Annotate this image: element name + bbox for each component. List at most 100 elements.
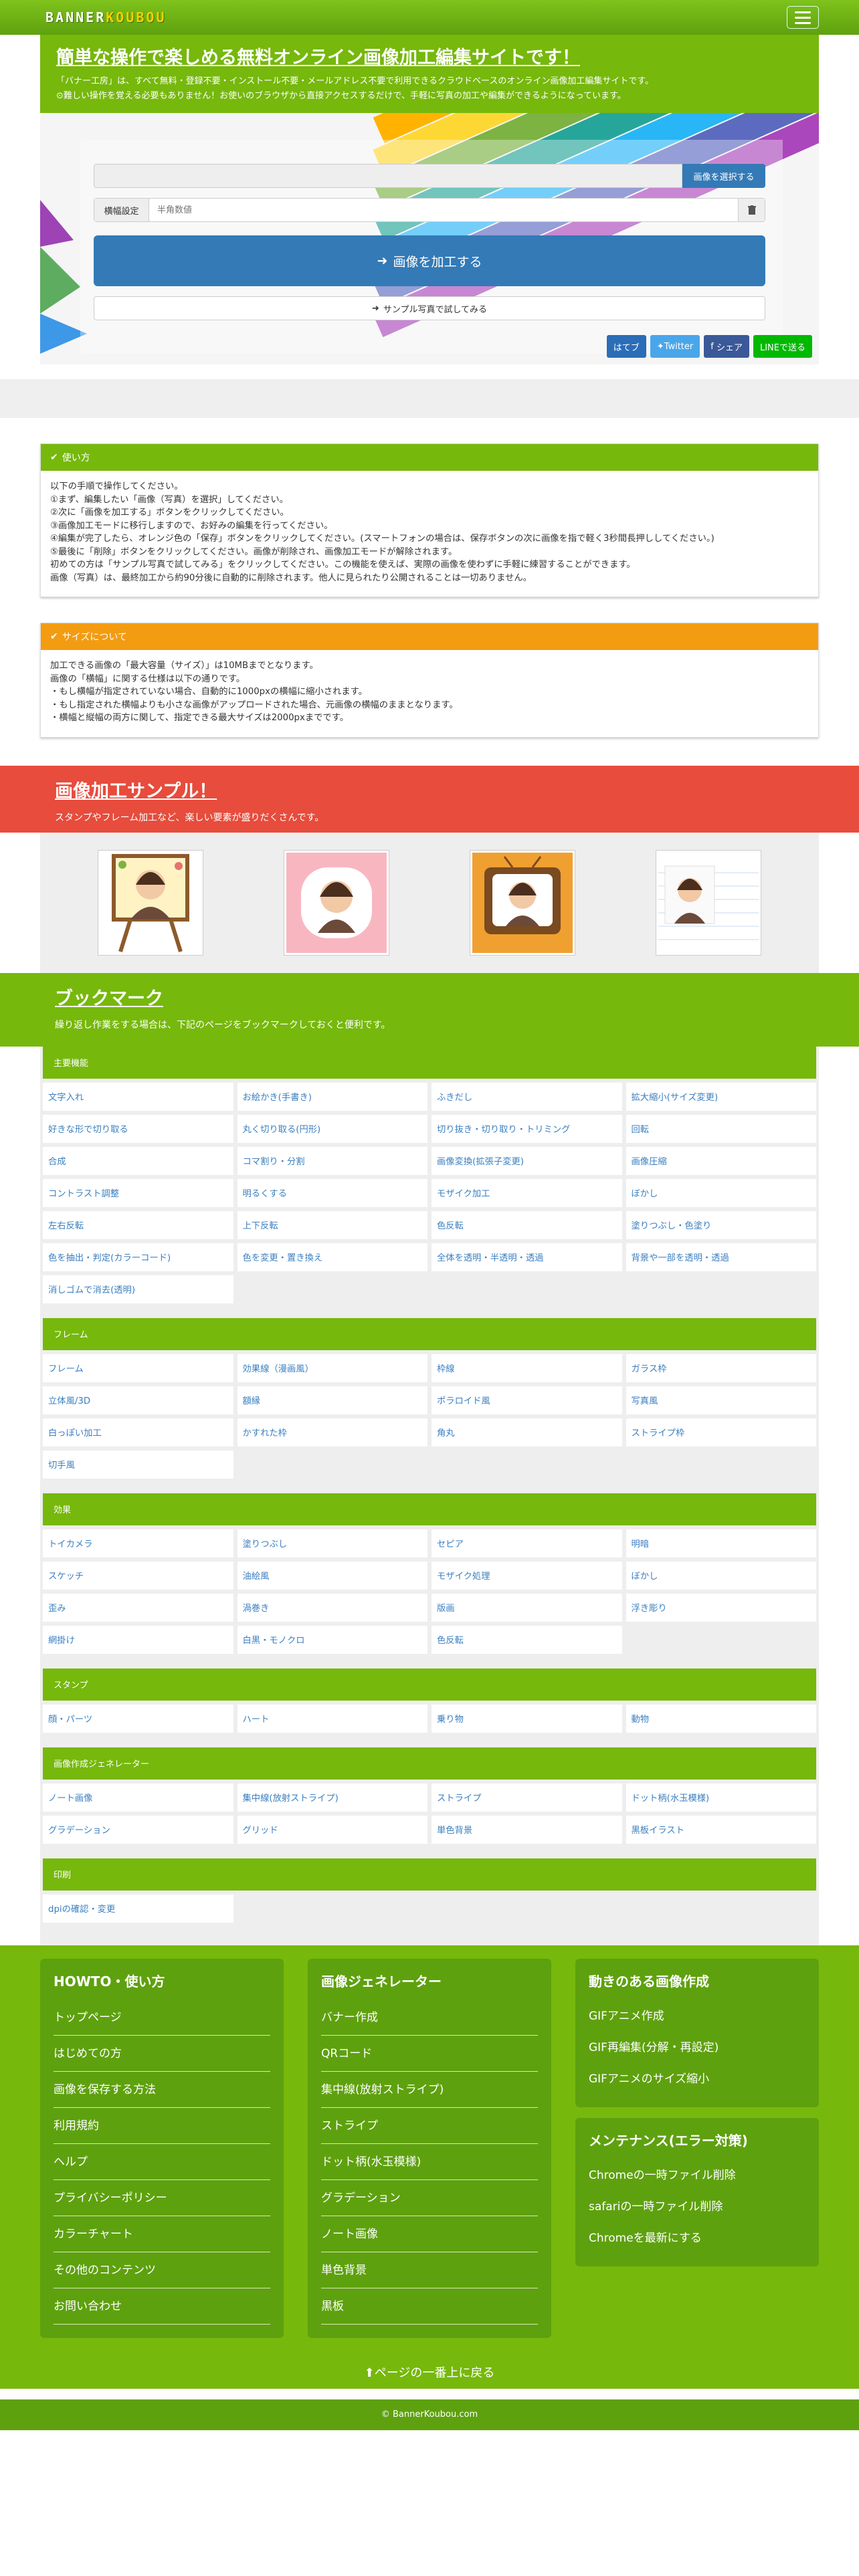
bookmark-link[interactable]: スケッチ bbox=[43, 1561, 233, 1590]
bookmark-link[interactable]: 塗りつぶし bbox=[237, 1529, 427, 1558]
bookmark-link[interactable]: 黒板イラスト bbox=[626, 1815, 816, 1844]
bookmark-link[interactable]: 渦巻き bbox=[237, 1593, 427, 1622]
bookmark-link[interactable]: 回転 bbox=[626, 1114, 816, 1143]
footer-link[interactable]: Chromeの一時ファイル削除 bbox=[589, 2159, 805, 2190]
bookmark-link[interactable]: モザイク加工 bbox=[432, 1178, 622, 1207]
sample-easel-frame[interactable] bbox=[98, 849, 203, 956]
bookmark-link[interactable]: ポラロイド風 bbox=[432, 1386, 622, 1414]
bookmark-link[interactable]: 左右反転 bbox=[43, 1210, 233, 1239]
try-sample-button[interactable]: ➜ サンプル写真で試してみる bbox=[94, 296, 765, 320]
bookmark-link[interactable]: 浮き彫り bbox=[626, 1593, 816, 1622]
menu-toggle-button[interactable] bbox=[787, 6, 819, 29]
footer-link[interactable]: トップページ bbox=[54, 2000, 270, 2036]
footer-link[interactable]: GIFアニメのサイズ縮小 bbox=[589, 2062, 805, 2094]
bookmark-link[interactable]: ストライプ枠 bbox=[626, 1418, 816, 1446]
footer-link[interactable]: ヘルプ bbox=[54, 2144, 270, 2180]
footer-link[interactable]: バナー作成 bbox=[321, 2000, 538, 2036]
bookmark-link[interactable]: 色反転 bbox=[432, 1210, 622, 1239]
bookmark-link[interactable]: 枠線 bbox=[432, 1354, 622, 1382]
bookmark-link[interactable]: 切り抜き・切り取り・トリミング bbox=[432, 1114, 622, 1143]
footer-link[interactable]: QRコード bbox=[321, 2036, 538, 2072]
bookmark-link[interactable]: ハート bbox=[237, 1704, 427, 1733]
footer-link[interactable]: ノート画像 bbox=[321, 2216, 538, 2252]
bookmark-link[interactable]: 油絵風 bbox=[237, 1561, 427, 1590]
footer-link[interactable]: safariの一時ファイル削除 bbox=[589, 2190, 805, 2222]
bookmark-link[interactable]: 色反転 bbox=[432, 1625, 622, 1654]
footer-link[interactable]: グラデーション bbox=[321, 2180, 538, 2216]
bookmark-link[interactable]: グリッド bbox=[237, 1815, 427, 1844]
bookmark-link[interactable]: 写真風 bbox=[626, 1386, 816, 1414]
bookmark-link[interactable]: ふきだし bbox=[432, 1082, 622, 1111]
bookmark-link[interactable]: 色を変更・置き換え bbox=[237, 1243, 427, 1271]
bookmark-link[interactable]: かすれた枠 bbox=[237, 1418, 427, 1446]
bookmark-link[interactable]: ドット柄(水玉模様) bbox=[626, 1783, 816, 1812]
hatena-bookmark-button[interactable]: はてブ bbox=[606, 335, 646, 358]
bookmark-link[interactable]: 色を抽出・判定(カラーコード) bbox=[43, 1243, 233, 1271]
bookmark-link[interactable]: トイカメラ bbox=[43, 1529, 233, 1558]
bookmark-link[interactable]: フレーム bbox=[43, 1354, 233, 1382]
bookmark-link[interactable]: 切手風 bbox=[43, 1450, 233, 1479]
twitter-share-button[interactable]: ✦ Twitter bbox=[650, 335, 700, 358]
bookmark-link[interactable]: ストライプ bbox=[432, 1783, 622, 1812]
bookmark-link[interactable]: ぼかし bbox=[626, 1178, 816, 1207]
bookmark-link[interactable]: セピア bbox=[432, 1529, 622, 1558]
process-image-button[interactable]: ➜ 画像を加工する bbox=[94, 235, 765, 286]
bookmark-link[interactable]: dpiの確認・変更 bbox=[43, 1894, 233, 1923]
bookmark-link[interactable]: 乗り物 bbox=[432, 1704, 622, 1733]
sample-tv-frame[interactable] bbox=[470, 849, 575, 956]
bookmark-link[interactable]: 動物 bbox=[626, 1704, 816, 1733]
bookmark-link[interactable]: 好きな形で切り取る bbox=[43, 1114, 233, 1143]
back-to-top-link[interactable]: ⬆ページの一番上に戻る bbox=[0, 2363, 859, 2381]
bookmark-link[interactable]: 歪み bbox=[43, 1593, 233, 1622]
select-image-button[interactable]: 画像を選択する bbox=[682, 164, 765, 188]
bookmark-link[interactable]: 画像圧縮 bbox=[626, 1146, 816, 1175]
bookmark-link[interactable]: 画像変換(拡張子変更) bbox=[432, 1146, 622, 1175]
footer-link[interactable]: ストライプ bbox=[321, 2108, 538, 2144]
bookmark-link[interactable]: 明暗 bbox=[626, 1529, 816, 1558]
bookmark-link[interactable]: 白黒・モノクロ bbox=[237, 1625, 427, 1654]
bookmark-link[interactable]: コマ割り・分割 bbox=[237, 1146, 427, 1175]
bookmark-link[interactable]: お絵かき(手書き) bbox=[237, 1082, 427, 1111]
footer-link[interactable]: はじめての方 bbox=[54, 2036, 270, 2072]
bookmark-link[interactable]: 効果線（漫画風） bbox=[237, 1354, 427, 1382]
site-logo[interactable]: BANNERKOUBOU bbox=[45, 9, 167, 25]
bookmark-link[interactable]: 顔・パーツ bbox=[43, 1704, 233, 1733]
bookmark-link[interactable]: ぼかし bbox=[626, 1561, 816, 1590]
bookmark-link[interactable]: 網掛け bbox=[43, 1625, 233, 1654]
bookmark-link[interactable]: 単色背景 bbox=[432, 1815, 622, 1844]
bookmark-link[interactable]: 立体風/3D bbox=[43, 1386, 233, 1414]
bookmark-link[interactable]: モザイク処理 bbox=[432, 1561, 622, 1590]
footer-link[interactable]: 集中線(放射ストライプ) bbox=[321, 2072, 538, 2108]
bookmark-link[interactable]: ガラス枠 bbox=[626, 1354, 816, 1382]
bookmark-link[interactable]: 背景や一部を透明・透過 bbox=[626, 1243, 816, 1271]
footer-link[interactable]: ドット柄(水玉模様) bbox=[321, 2144, 538, 2180]
clear-width-button[interactable] bbox=[738, 199, 765, 221]
bookmark-link[interactable]: 合成 bbox=[43, 1146, 233, 1175]
footer-link[interactable]: 利用規約 bbox=[54, 2108, 270, 2144]
file-path-field[interactable] bbox=[94, 164, 682, 188]
line-share-button[interactable]: LINEで送る bbox=[753, 335, 812, 358]
bookmark-link[interactable]: 文字入れ bbox=[43, 1082, 233, 1111]
footer-link[interactable]: お問い合わせ bbox=[54, 2288, 270, 2325]
bookmark-link[interactable]: コントラスト調整 bbox=[43, 1178, 233, 1207]
bookmark-link[interactable]: 塗りつぶし・色塗り bbox=[626, 1210, 816, 1239]
bookmark-link[interactable]: 額縁 bbox=[237, 1386, 427, 1414]
sample-pink-frame[interactable] bbox=[284, 849, 389, 956]
footer-link[interactable]: Chromeを最新にする bbox=[589, 2222, 805, 2253]
footer-link[interactable]: 黒板 bbox=[321, 2288, 538, 2325]
bookmark-link[interactable]: 丸く切り取る(円形) bbox=[237, 1114, 427, 1143]
sample-notebook[interactable] bbox=[656, 849, 761, 956]
bookmark-link[interactable]: ノート画像 bbox=[43, 1783, 233, 1812]
bookmark-link[interactable]: 上下反転 bbox=[237, 1210, 427, 1239]
bookmark-link[interactable]: 明るくする bbox=[237, 1178, 427, 1207]
footer-link[interactable]: その他のコンテンツ bbox=[54, 2252, 270, 2288]
bookmark-link[interactable]: 消しゴムで消去(透明) bbox=[43, 1275, 233, 1303]
bookmark-link[interactable]: グラデーション bbox=[43, 1815, 233, 1844]
footer-link[interactable]: カラーチャート bbox=[54, 2216, 270, 2252]
footer-link[interactable]: 画像を保存する方法 bbox=[54, 2072, 270, 2108]
footer-link[interactable]: GIFアニメ作成 bbox=[589, 2000, 805, 2031]
bookmark-link[interactable]: 拡大縮小(サイズ変更) bbox=[626, 1082, 816, 1111]
footer-link[interactable]: 単色背景 bbox=[321, 2252, 538, 2288]
footer-link[interactable]: GIF再編集(分解・再設定) bbox=[589, 2031, 805, 2062]
width-input[interactable] bbox=[149, 199, 738, 221]
